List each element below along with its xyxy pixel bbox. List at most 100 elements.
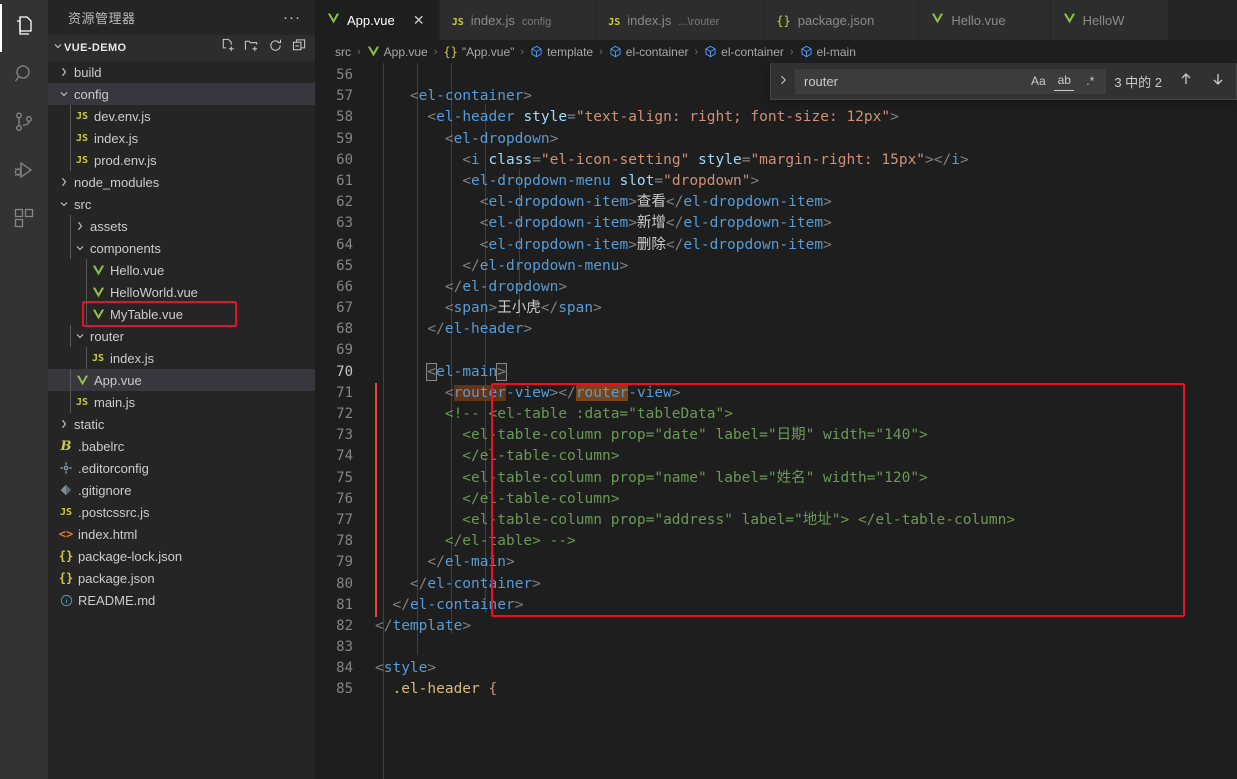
activity-item-extensions[interactable] [0, 196, 48, 244]
tree-item-gitignore[interactable]: .gitignore [48, 479, 315, 501]
tree-item-babelrc[interactable]: B .babelrc [48, 435, 315, 457]
new-folder-icon[interactable] [244, 38, 259, 58]
code-line[interactable]: </el-header> [375, 319, 1237, 340]
explorer-folder-header[interactable]: VUE-DEMO [48, 35, 315, 61]
chevron-right-icon[interactable] [56, 176, 72, 188]
editor-tab-hellow[interactable]: HelloW✕ [1050, 0, 1170, 40]
code-line[interactable]: <el-table-column prop="name" label="姓名" … [375, 468, 1237, 489]
code-editor[interactable]: 56 57 58 59 60 61 62 63 64 65 66 67 68 69 70 71 72 73 74 75… [315, 63, 1237, 779]
match-case-icon[interactable]: Aa [1028, 71, 1048, 91]
find-input-wrapper[interactable]: Aa ab .* [795, 68, 1107, 94]
code-line[interactable]: <!-- <el-table :data="tableData"> [375, 404, 1237, 425]
code-line[interactable]: </el-dropdown> [375, 277, 1237, 298]
activity-item-explorer[interactable] [0, 4, 48, 52]
editor-tab-package-json[interactable]: {}package.json✕ [764, 0, 920, 40]
tree-item-assets[interactable]: assets [48, 215, 315, 237]
tree-item-index-js[interactable]: JS index.js [48, 347, 315, 369]
tree-item-config[interactable]: config [48, 83, 315, 105]
tree-item-hello-vue[interactable]: Hello.vue [48, 259, 315, 281]
activity-item-source-control[interactable] [0, 100, 48, 148]
sidebar-more-actions-icon[interactable]: ··· [277, 9, 307, 26]
breadcrumb-item-app.vue[interactable]: App.vue [367, 45, 428, 59]
tree-item-editorconfig[interactable]: .editorconfig [48, 457, 315, 479]
tree-item-helloworld-vue[interactable]: HelloWorld.vue [48, 281, 315, 303]
use-regex-icon[interactable]: .* [1080, 71, 1100, 91]
tree-item-index-js[interactable]: JS index.js [48, 127, 315, 149]
chevron-down-icon[interactable] [72, 330, 88, 342]
code-line[interactable]: <span>王小虎</span> [375, 298, 1237, 319]
file-tree[interactable]: build config JS dev.env.js JS index.js JS prod.… [48, 61, 315, 779]
code-line[interactable] [375, 340, 1237, 361]
chevron-down-icon[interactable] [72, 242, 88, 254]
code-line[interactable]: <el-dropdown> [375, 129, 1237, 150]
code-line[interactable]: <el-dropdown-menu slot="dropdown"> [375, 171, 1237, 192]
code-line[interactable]: </el-container> [375, 574, 1237, 595]
tree-item-dev-env-js[interactable]: JS dev.env.js [48, 105, 315, 127]
tree-item-src[interactable]: src [48, 193, 315, 215]
tree-item-package-json[interactable]: {} package.json [48, 567, 315, 589]
editor-tab-index-js[interactable]: JSindex.js...\router✕ [596, 0, 765, 40]
breadcrumb[interactable]: src › App.vue › {} "App.vue" › template › el-cont… [315, 40, 1237, 63]
code-line[interactable]: <router-view></router-view> [375, 383, 1237, 404]
code-line[interactable]: <style> [375, 658, 1237, 679]
breadcrumb-item-template[interactable]: template [530, 45, 593, 59]
code-line[interactable]: .el-header { [375, 679, 1237, 700]
toggle-replace-chevron-right-icon[interactable] [773, 74, 793, 89]
breadcrumb-item-src[interactable]: src [335, 45, 351, 59]
code-line[interactable]: </el-main> [375, 552, 1237, 573]
tree-item-main-js[interactable]: JS main.js [48, 391, 315, 413]
code-line[interactable]: </el-container> [375, 595, 1237, 616]
find-input[interactable] [804, 73, 1029, 89]
editor-tab-hello-vue[interactable]: Hello.vue✕ [919, 0, 1051, 40]
code-line[interactable]: <el-table-column prop="address" label="地… [375, 510, 1237, 531]
tree-item-package-lock-json[interactable]: {} package-lock.json [48, 545, 315, 567]
tree-item-index-html[interactable]: <> index.html [48, 523, 315, 545]
code-line[interactable]: </el-table> --> [375, 531, 1237, 552]
breadcrumb-item-el-container[interactable]: el-container [704, 45, 784, 59]
tree-item-build[interactable]: build [48, 61, 315, 83]
find-widget[interactable]: Aa ab .* 3 中的 2 [770, 63, 1237, 100]
tree-item-readme-md[interactable]: README.md [48, 589, 315, 611]
tree-item-mytable-vue[interactable]: MyTable.vue [48, 301, 315, 327]
match-whole-word-icon[interactable]: ab [1054, 71, 1075, 91]
tree-item-postcssrc-js[interactable]: JS .postcssrc.js [48, 501, 315, 523]
previous-match-icon[interactable] [1178, 71, 1194, 91]
collapse-all-icon[interactable] [292, 38, 307, 58]
tree-item-router[interactable]: router [48, 325, 315, 347]
breadcrumb-item-el-container[interactable]: el-container [609, 45, 688, 59]
tree-item-app-vue[interactable]: App.vue [48, 369, 315, 391]
chevron-down-icon[interactable] [56, 198, 72, 210]
code-line[interactable]: <el-dropdown-item>查看</el-dropdown-item> [375, 192, 1237, 213]
code-line[interactable]: <el-header style="text-align: right; fon… [375, 107, 1237, 128]
activity-item-run-and-debug[interactable] [0, 148, 48, 196]
code-line[interactable]: </template> [375, 616, 1237, 637]
code-line[interactable]: <i class="el-icon-setting" style="margin… [375, 150, 1237, 171]
tree-item-prod-env-js[interactable]: JS prod.env.js [48, 149, 315, 171]
code-line[interactable]: <el-dropdown-item>删除</el-dropdown-item> [375, 235, 1237, 256]
new-file-icon[interactable] [220, 38, 235, 58]
code-line[interactable]: <el-dropdown-item>新增</el-dropdown-item> [375, 213, 1237, 234]
tab-close-icon[interactable]: ✕ [411, 12, 427, 29]
tree-item-node-modules[interactable]: node_modules [48, 171, 315, 193]
chevron-down-icon[interactable] [52, 39, 64, 57]
breadcrumb-item-el-main[interactable]: el-main [800, 45, 856, 59]
chevron-down-icon[interactable] [56, 88, 72, 100]
next-match-icon[interactable] [1210, 71, 1226, 91]
chevron-right-icon[interactable] [56, 66, 72, 78]
chevron-right-icon[interactable] [72, 220, 88, 232]
code-line[interactable]: </el-table-column> [375, 489, 1237, 510]
activity-item-search[interactable] [0, 52, 48, 100]
code-content[interactable]: <el-container> <el-header style="text-al… [375, 63, 1237, 779]
chevron-right-icon[interactable] [56, 418, 72, 430]
code-line[interactable]: <el-table-column prop="date" label="日期" … [375, 425, 1237, 446]
editor-tab-bar[interactable]: App.vue ✕ JS index.js config ✕ JS index.js ...\r… [315, 0, 1237, 40]
code-line[interactable]: <el-main> [375, 362, 1237, 383]
code-line[interactable] [375, 637, 1237, 658]
tree-item-static[interactable]: static [48, 413, 315, 435]
code-line[interactable]: </el-dropdown-menu> [375, 256, 1237, 277]
editor-tab-app-vue[interactable]: App.vue ✕ [315, 0, 440, 40]
code-line[interactable]: </el-table-column> [375, 446, 1237, 467]
tree-item-components[interactable]: components [48, 237, 315, 259]
editor-tab-index-js[interactable]: JSindex.jsconfig✕ [439, 0, 597, 40]
breadcrumb-item-app.vue[interactable]: {} "App.vue" [443, 45, 514, 59]
